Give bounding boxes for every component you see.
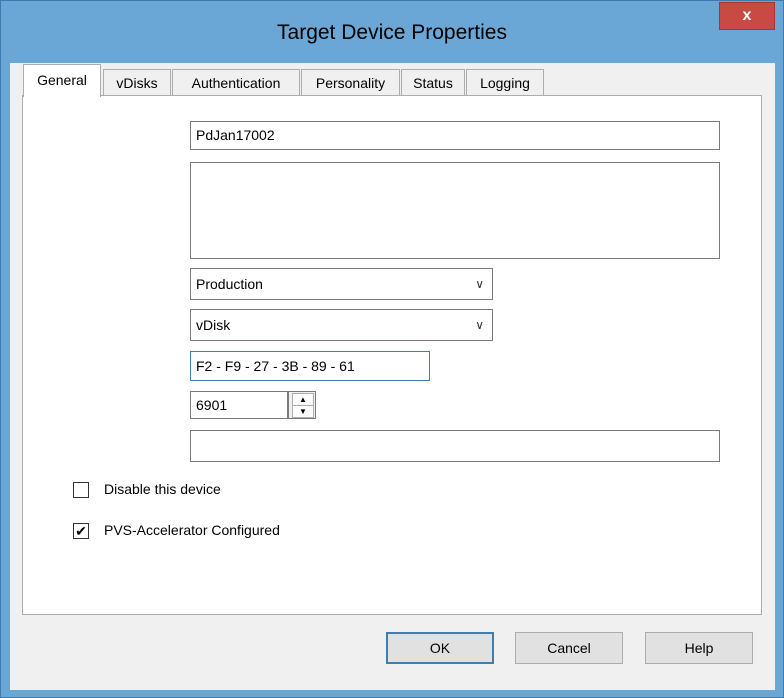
description-textarea[interactable] bbox=[190, 162, 720, 259]
name-input[interactable]: PdJan17002 bbox=[190, 121, 720, 150]
window-title: Target Device Properties bbox=[277, 21, 507, 44]
tab-status[interactable]: Status bbox=[401, 69, 465, 97]
port-input[interactable]: 6901 bbox=[190, 391, 288, 419]
tab-logging[interactable]: Logging bbox=[466, 69, 544, 97]
type-select[interactable]: Production ∨ bbox=[190, 268, 493, 300]
pvs-accelerator-checkbox[interactable]: ✔ bbox=[73, 523, 89, 539]
spin-down-icon[interactable]: ▼ bbox=[292, 405, 314, 418]
boot-from-select[interactable]: vDisk ∨ bbox=[190, 309, 493, 341]
cancel-button[interactable]: Cancel bbox=[515, 632, 623, 664]
chevron-down-icon: ∨ bbox=[475, 318, 484, 332]
disable-device-label: Disable this device bbox=[104, 481, 221, 497]
pvs-accelerator-label: PVS-Accelerator Configured bbox=[104, 522, 280, 538]
tab-authentication[interactable]: Authentication bbox=[172, 69, 300, 97]
checkmark-icon: ✔ bbox=[75, 523, 87, 539]
type-select-value: Production bbox=[196, 276, 263, 292]
mac-address-input[interactable]: F2 - F9 - 27 - 3B - 89 - 61 bbox=[190, 351, 430, 381]
ok-button[interactable]: OK bbox=[386, 632, 494, 664]
tab-general[interactable]: General bbox=[23, 64, 101, 97]
disable-device-checkbox[interactable] bbox=[73, 482, 89, 498]
tab-personality[interactable]: Personality bbox=[301, 69, 400, 97]
chevron-down-icon: ∨ bbox=[475, 277, 484, 291]
help-button[interactable]: Help bbox=[645, 632, 753, 664]
class-input[interactable] bbox=[190, 430, 720, 462]
port-spinner[interactable]: ▲ ▼ bbox=[288, 391, 316, 419]
close-button[interactable]: x bbox=[719, 2, 775, 30]
tab-vdisks[interactable]: vDisks bbox=[103, 69, 171, 97]
boot-from-select-value: vDisk bbox=[196, 317, 231, 333]
title-bar[interactable]: Target Device Properties x bbox=[1, 1, 783, 63]
